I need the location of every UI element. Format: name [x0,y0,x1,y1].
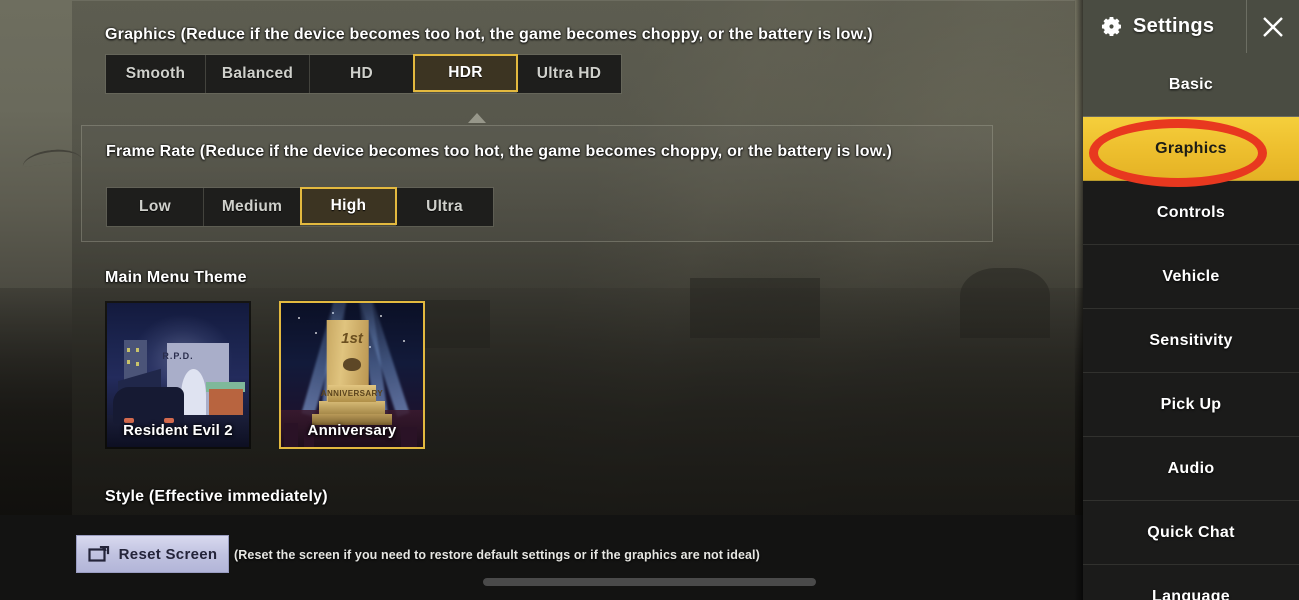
reset-screen-label: Reset Screen [118,545,218,563]
main-menu-theme-label: Main Menu Theme [105,269,247,286]
frame-rate-section: Frame Rate (Reduce if the device becomes… [81,125,993,242]
settings-content-panel: Graphics (Reduce if the device becomes t… [72,0,1075,515]
main-menu-theme-section: Main Menu Theme R.P.D. Resident Evil 2 1… [105,269,425,449]
graphics-option-smooth[interactable]: Smooth [106,55,206,93]
theme-card-row: R.P.D. Resident Evil 2 1st ANNIVERSARY A… [105,301,425,449]
theme-art-sign-rpd: R.P.D. [162,350,194,361]
settings-title: Settings [1133,15,1215,37]
theme-card-resident-evil-2[interactable]: R.P.D. Resident Evil 2 [105,301,251,449]
graphics-section: Graphics (Reduce if the device becomes t… [105,26,873,94]
graphics-section-label: Graphics (Reduce if the device becomes t… [105,26,873,43]
horizontal-scrollbar-thumb[interactable] [483,578,816,586]
frame-rate-section-label: Frame Rate (Reduce if the device becomes… [106,143,892,160]
graphics-option-balanced[interactable]: Balanced [206,55,310,93]
sidebar-item-controls[interactable]: Controls [1083,181,1299,245]
close-button[interactable] [1246,0,1299,53]
frame-rate-option-ultra[interactable]: Ultra [396,188,493,226]
frame-rate-option-medium[interactable]: Medium [204,188,301,226]
selection-caret-icon [468,113,486,123]
reset-screen-button[interactable]: Reset Screen [76,535,229,573]
frame-rate-option-high[interactable]: High [300,187,397,225]
sidebar-item-quick-chat[interactable]: Quick Chat [1083,501,1299,565]
graphics-option-hdr[interactable]: HDR [413,54,518,92]
sidebar-item-audio[interactable]: Audio [1083,437,1299,501]
sidebar-item-sensitivity[interactable]: Sensitivity [1083,309,1299,373]
theme-art-sign-1st: 1st [341,330,363,348]
gear-icon [1101,17,1121,37]
sidebar-item-vehicle[interactable]: Vehicle [1083,245,1299,309]
reset-screen-icon [88,546,109,562]
settings-title-group: Settings [1083,14,1246,39]
sidebar-item-language[interactable]: Language [1083,565,1299,600]
sidebar-item-graphics[interactable]: Graphics [1083,117,1299,181]
sidebar-header: Settings [1083,0,1299,53]
frame-rate-option-row: Low Medium High Ultra [106,187,494,227]
theme-title: Anniversary [307,422,397,439]
theme-card-anniversary[interactable]: 1st ANNIVERSARY Anniversary [279,301,425,449]
sidebar-item-list: Basic Graphics Controls Vehicle Sensitiv… [1083,53,1299,600]
style-section-label: Style (Effective immediately) [105,488,328,505]
close-icon [1263,16,1283,37]
sidebar-item-basic[interactable]: Basic [1083,53,1299,117]
settings-sidebar: Settings Basic Graphics Controls Vehicle… [1083,0,1299,600]
graphics-option-hd[interactable]: HD [310,55,414,93]
graphics-option-row: Smooth Balanced HD HDR Ultra HD [105,54,622,94]
theme-title: Resident Evil 2 [123,422,233,439]
reset-screen-hint: (Reset the screen if you need to restore… [234,548,760,562]
theme-art-sign-anniversary: ANNIVERSARY [320,388,384,398]
game-settings-screen: Graphics (Reduce if the device becomes t… [0,0,1299,600]
sidebar-item-pick-up[interactable]: Pick Up [1083,373,1299,437]
sidebar-edge-shadow [1074,0,1083,600]
frame-rate-option-low[interactable]: Low [107,188,204,226]
graphics-option-ultra-hd[interactable]: Ultra HD [517,55,621,93]
